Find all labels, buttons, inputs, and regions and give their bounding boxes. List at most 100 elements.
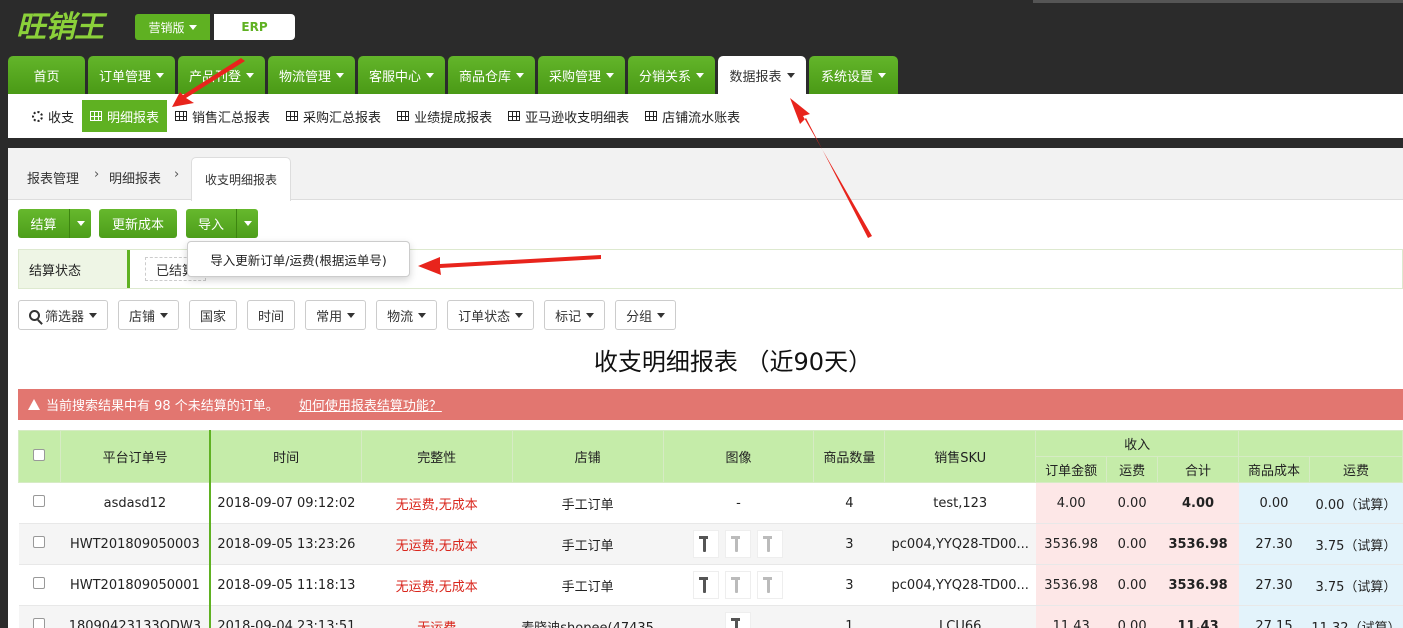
filter-store-button[interactable]: 店铺: [118, 300, 180, 330]
cell-sku: test,123: [884, 482, 1036, 524]
breadcrumb-item-report-mgmt[interactable]: 报表管理: [27, 168, 79, 187]
chevron-down-icon: [606, 72, 614, 78]
cell-freight-income: 0.00: [1106, 482, 1158, 524]
cell-store: 手工订单: [512, 523, 664, 565]
product-thumbnail[interactable]: [725, 612, 752, 628]
nav-tab-settings[interactable]: 系统设置: [809, 56, 898, 94]
table-row[interactable]: asdasd12 2018-09-07 09:12:02 无运费,无成本 手工订…: [18, 482, 1403, 524]
table-icon: [90, 111, 103, 121]
help-link[interactable]: 如何使用报表结算功能？: [299, 395, 442, 414]
filter-time-button[interactable]: 时间: [247, 300, 296, 330]
subnav-item-amazon-detail[interactable]: 亚马逊收支明细表: [500, 100, 637, 132]
nav-tab-logistics[interactable]: 物流管理: [268, 56, 355, 94]
subnav-label: 业绩提成报表: [414, 110, 493, 126]
tab-income-detail-report[interactable]: 收支明细报表: [191, 157, 291, 201]
subnav-item-detail-report[interactable]: 明细报表: [82, 100, 168, 132]
nav-tab-label: 系统设置: [820, 69, 873, 85]
cell-product-cost: 27.30: [1238, 523, 1310, 565]
settle-button[interactable]: 结算: [18, 209, 69, 238]
chevron-down-icon: [243, 221, 252, 226]
row-checkbox[interactable]: [33, 577, 46, 589]
cell-image: [663, 523, 814, 565]
cell-qty: 1: [813, 605, 885, 628]
nav-tab-service[interactable]: 客服中心: [358, 56, 445, 94]
cell-order-no[interactable]: asdasd12: [60, 482, 211, 524]
settle-dropdown-toggle[interactable]: [69, 209, 91, 238]
income-detail-table: 平台订单号 时间 完整性 店铺 图像 商品数量 销售SKU 收入 订单金额 运费…: [18, 430, 1403, 628]
product-thumbnail[interactable]: [725, 571, 752, 599]
cell-order-amount: 3536.98: [1035, 523, 1107, 565]
table-row[interactable]: HWT201809050001 2018-09-05 11:18:13 无运费,…: [18, 564, 1403, 606]
cell-order-no[interactable]: HWT201809050003: [60, 523, 211, 565]
product-thumbnail[interactable]: [757, 571, 784, 599]
chevron-down-icon: [515, 312, 524, 318]
subnav-label: 店铺流水账表: [662, 110, 741, 126]
product-thumbnail[interactable]: [725, 530, 752, 558]
edition-label: 营销版: [148, 20, 185, 35]
cell-store: 麦晓迪shopee(47435: [512, 605, 664, 628]
filter-mark-button[interactable]: 标记: [544, 300, 606, 330]
nav-tab-home[interactable]: 首页: [8, 56, 85, 94]
filter-selector-button[interactable]: 筛选器: [18, 300, 109, 330]
nav-tab-reports[interactable]: 数据报表: [718, 56, 806, 94]
row-checkbox[interactable]: [33, 618, 46, 628]
table-row[interactable]: HWT201809050003 2018-09-05 13:23:26 无运费,…: [18, 523, 1403, 565]
product-thumbnail[interactable]: [693, 571, 720, 599]
update-cost-button[interactable]: 更新成本: [99, 209, 177, 238]
nav-tab-orders[interactable]: 订单管理: [88, 56, 175, 94]
import-button[interactable]: 导入: [186, 209, 236, 238]
row-checkbox[interactable]: [33, 536, 46, 548]
product-thumbnail[interactable]: [757, 530, 784, 558]
cell-order-no[interactable]: 18090423133QDW3: [60, 605, 211, 628]
cell-integrity: 无运费,无成本: [361, 564, 513, 606]
subnav-item-income[interactable]: 收支: [24, 100, 82, 132]
subnav-item-sales-summary[interactable]: 销售汇总报表: [167, 100, 278, 132]
import-dropdown-toggle[interactable]: [236, 209, 258, 238]
cell-order-amount: 4.00: [1035, 482, 1107, 524]
row-select-cell: [18, 523, 61, 565]
product-thumbnail[interactable]: [693, 530, 720, 558]
cell-integrity: 无运费,无成本: [361, 523, 513, 565]
filter-logistics-button[interactable]: 物流: [376, 300, 438, 330]
col-header-time[interactable]: 时间: [209, 430, 362, 483]
subnav-item-commission[interactable]: 业绩提成报表: [389, 100, 500, 132]
cell-time: 2018-09-05 13:23:26: [209, 523, 362, 565]
app-logo[interactable]: 旺销王: [16, 2, 104, 46]
import-dropdown-menu-item[interactable]: 导入更新订单/运费(根据运单号): [187, 241, 410, 277]
nav-tab-warehouse[interactable]: 商品仓库: [448, 56, 535, 94]
filter-group-button[interactable]: 分组: [615, 300, 677, 330]
filter-label: 国家: [200, 309, 227, 325]
cell-time: 2018-09-07 09:12:02: [209, 482, 362, 524]
col-header-store: 店铺: [511, 430, 664, 483]
nav-tab-label: 采购管理: [548, 69, 601, 85]
cell-freight-income: 0.00: [1106, 605, 1158, 628]
row-checkbox[interactable]: [33, 495, 46, 507]
table-icon: [286, 111, 299, 121]
subnav-item-store-ledger[interactable]: 店铺流水账表: [637, 100, 748, 132]
filter-common-button[interactable]: 常用: [305, 300, 367, 330]
erp-button[interactable]: ERP: [214, 14, 295, 40]
col-header-order-no[interactable]: 平台订单号: [59, 430, 211, 483]
breadcrumb: 报表管理 › 明细报表 › 收支明细报表: [8, 148, 1403, 201]
cell-time: 2018-09-05 11:18:13: [209, 564, 362, 606]
subnav-item-purchase-summary[interactable]: 采购汇总报表: [278, 100, 389, 132]
table-row[interactable]: 18090423133QDW3 2018-09-04 23:13:51 无运费 …: [18, 605, 1403, 628]
cell-sku: LCU66: [884, 605, 1036, 628]
edition-dropdown[interactable]: 营销版: [135, 14, 210, 40]
top-header: 旺销王 营销版 ERP 首页 订单管理 产品刊登 物流管理 客服中心 商品仓库 …: [0, 0, 1403, 94]
col-header-image: 图像: [662, 430, 815, 483]
cell-order-no[interactable]: HWT201809050001: [60, 564, 211, 606]
nav-tab-distribution[interactable]: 分销关系: [628, 56, 715, 94]
filter-country-button[interactable]: 国家: [189, 300, 238, 330]
filter-order-status-button[interactable]: 订单状态: [447, 300, 535, 330]
select-all-checkbox[interactable]: [33, 448, 46, 461]
cell-freight-expense: 11.32（试算）: [1309, 605, 1403, 628]
nav-tab-label: 客服中心: [368, 69, 421, 85]
cell-qty: 3: [813, 523, 885, 565]
nav-tab-listing[interactable]: 产品刊登: [178, 56, 265, 94]
nav-tab-purchase[interactable]: 采购管理: [538, 56, 625, 94]
breadcrumb-item-detail[interactable]: 明细报表: [109, 168, 161, 187]
col-header-freight-expense: 运费: [1308, 456, 1403, 483]
table-icon: [508, 111, 521, 121]
col-header-sku: 销售SKU: [884, 430, 1037, 483]
